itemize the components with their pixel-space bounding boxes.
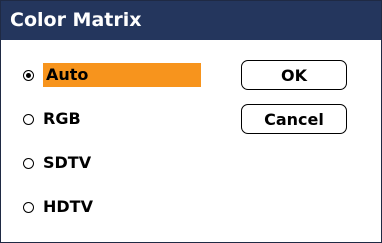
option-label: SDTV bbox=[43, 153, 92, 172]
radio-dot bbox=[26, 72, 31, 78]
radio-unselected-icon[interactable] bbox=[23, 157, 34, 169]
option-label: RGB bbox=[43, 109, 81, 128]
color-matrix-dialog: Color Matrix Auto RGB SDTV HDTV OK Cance… bbox=[0, 0, 382, 243]
option-rgb[interactable]: RGB bbox=[23, 107, 81, 131]
radio-unselected-icon[interactable] bbox=[23, 113, 34, 125]
option-auto[interactable]: Auto bbox=[23, 63, 201, 87]
option-label: Auto bbox=[43, 63, 201, 87]
option-sdtv[interactable]: SDTV bbox=[23, 151, 91, 175]
option-label: HDTV bbox=[43, 197, 93, 216]
option-hdtv[interactable]: HDTV bbox=[23, 195, 93, 219]
cancel-button[interactable]: Cancel bbox=[241, 104, 347, 134]
radio-unselected-icon[interactable] bbox=[23, 201, 34, 213]
ok-button[interactable]: OK bbox=[241, 60, 347, 90]
dialog-title: Color Matrix bbox=[1, 1, 381, 40]
radio-selected-icon[interactable] bbox=[23, 69, 34, 81]
